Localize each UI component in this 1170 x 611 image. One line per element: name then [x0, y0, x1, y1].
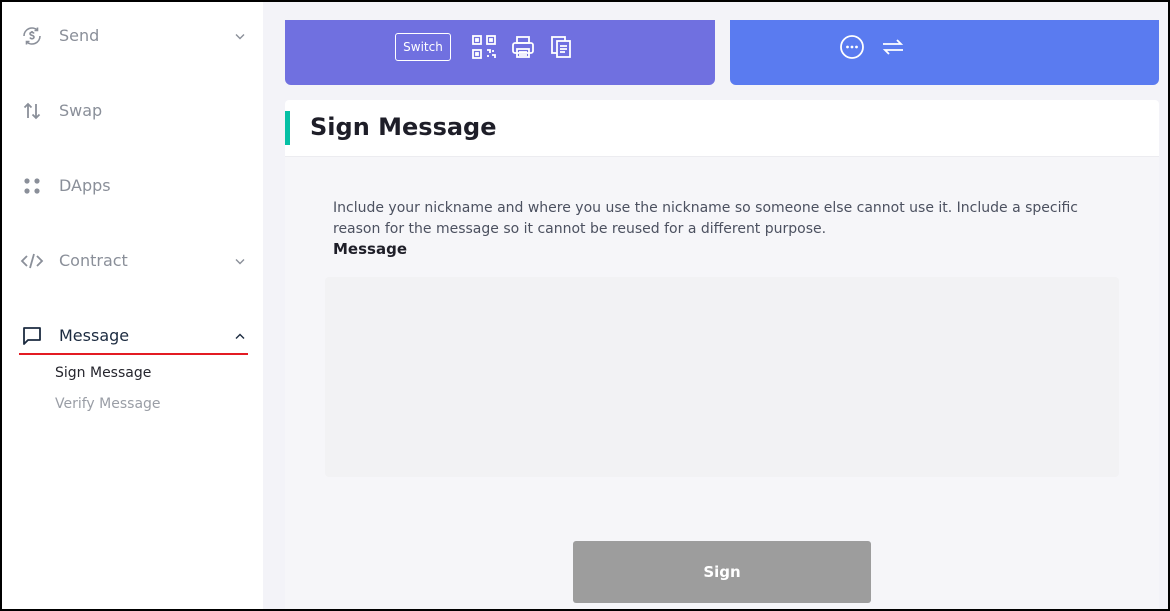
sign-button[interactable]: Sign: [573, 541, 871, 603]
copy-icon[interactable]: [548, 34, 574, 60]
sub-item-verify-message[interactable]: Verify Message: [55, 396, 161, 412]
send-dollar-icon: [20, 24, 44, 48]
wallet-address-card: Switch: [285, 20, 715, 85]
chevron-up-icon: [230, 326, 250, 346]
message-input[interactable]: [325, 277, 1119, 477]
dapps-dots-icon: [20, 174, 44, 198]
page-title: Sign Message: [310, 113, 497, 141]
sidebar-item-swap[interactable]: Swap: [2, 91, 263, 131]
help-text: Include your nickname and where you use …: [333, 200, 1079, 237]
sidebar-item-label: Swap: [59, 101, 103, 120]
sidebar-item-message[interactable]: Message: [2, 316, 263, 356]
active-item-underline: [19, 353, 248, 355]
title-accent-bar: [285, 111, 290, 145]
sidebar-item-dapps[interactable]: DApps: [2, 166, 263, 206]
sidebar-item-label: Contract: [59, 251, 128, 270]
more-options-icon[interactable]: [839, 34, 865, 60]
sidebar-item-label: DApps: [59, 176, 111, 195]
sign-message-panel: Sign Message Include your nickname and w…: [285, 100, 1159, 609]
switch-button[interactable]: Switch: [395, 33, 451, 61]
chevron-down-icon: [230, 26, 250, 46]
message-label: Message: [333, 240, 407, 258]
sidebar-item-label: Message: [59, 326, 130, 345]
wallet-balance-card: [730, 20, 1159, 85]
chevron-down-icon: [230, 251, 250, 271]
app-frame: Send Swap DApps Contract Message Sign Me…: [0, 0, 1170, 611]
sub-item-sign-message[interactable]: Sign Message: [55, 365, 151, 381]
refresh-arrows-icon[interactable]: [880, 34, 906, 60]
print-icon[interactable]: [510, 34, 536, 60]
qr-code-icon[interactable]: [471, 34, 497, 60]
code-brackets-icon: [20, 249, 44, 273]
message-bubble-icon: [20, 324, 44, 348]
sidebar-item-label: Send: [59, 26, 100, 45]
sidebar-item-contract[interactable]: Contract: [2, 241, 263, 281]
panel-body: Include your nickname and where you use …: [285, 157, 1159, 609]
sidebar: Send Swap DApps Contract Message Sign Me…: [2, 2, 263, 609]
swap-arrows-icon: [20, 99, 44, 123]
sidebar-item-send[interactable]: Send: [2, 16, 263, 56]
